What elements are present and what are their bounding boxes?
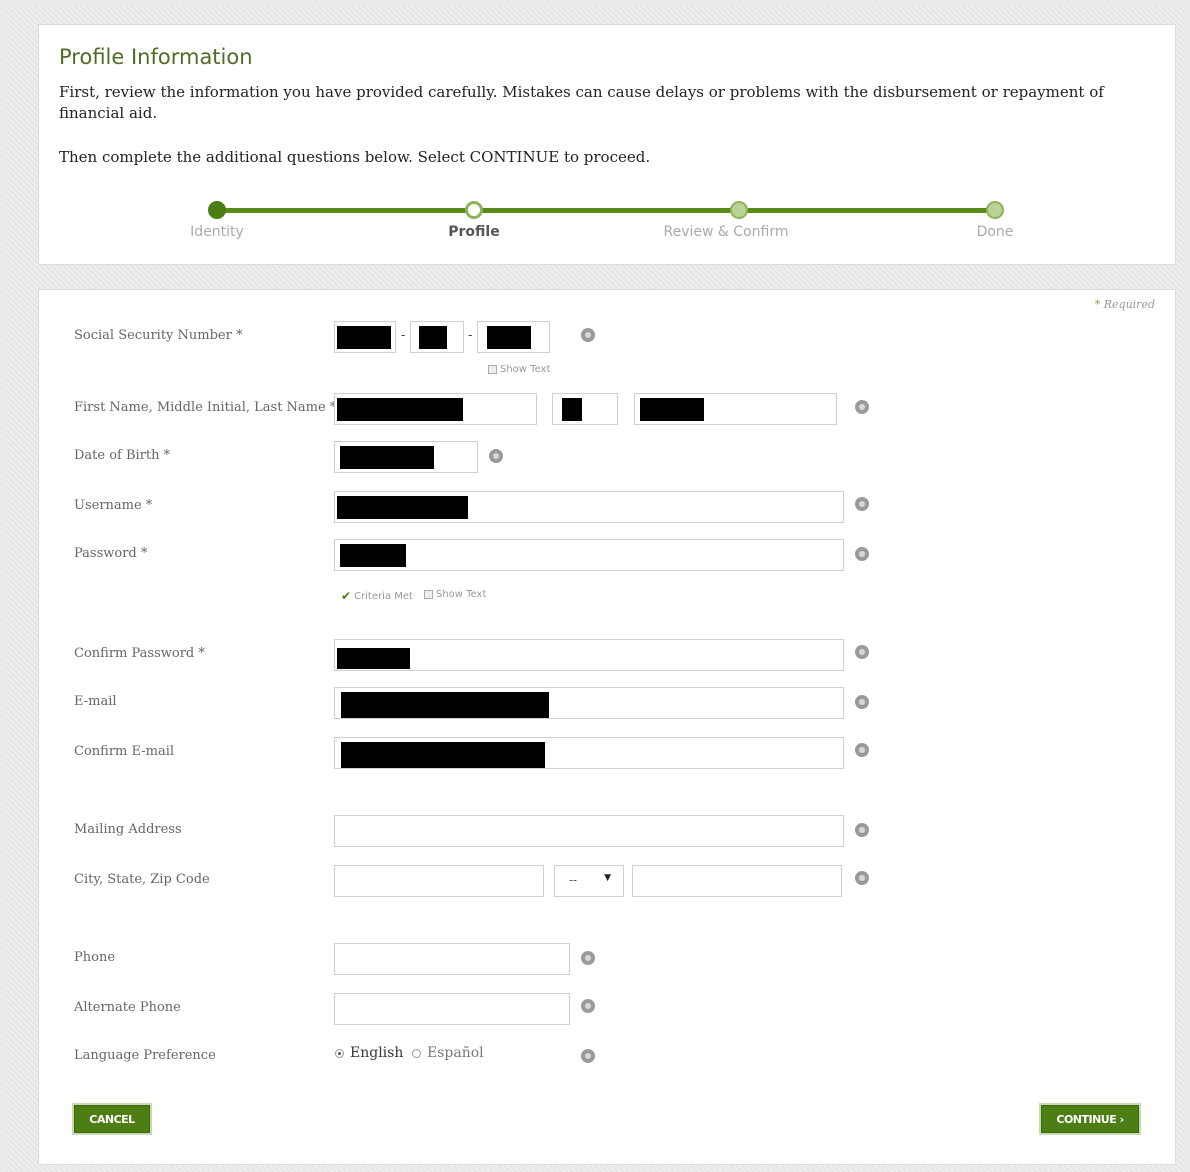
phone-input[interactable] (334, 943, 570, 975)
phone-help-icon[interactable] (581, 951, 595, 965)
city-state-zip-label: City, State, Zip Code (74, 872, 210, 887)
required-star: * (1094, 298, 1101, 311)
language-option-label: English (350, 1045, 404, 1061)
checkmark-icon: ✔ (341, 589, 352, 603)
password-criteria-status: ✔ Criteria Met (341, 589, 413, 603)
ssn-help-icon[interactable] (581, 328, 595, 342)
page-title: Profile Information (59, 45, 253, 69)
phone-label: Phone (74, 950, 116, 965)
state-selected-value: -- (569, 873, 578, 887)
checkbox-icon (424, 590, 433, 599)
confirm-email-label: Confirm E-mail (74, 744, 175, 759)
email-label: E-mail (74, 694, 117, 709)
password-label: Password * (74, 546, 148, 561)
name-help-icon[interactable] (855, 400, 869, 414)
mailing-address-help-icon[interactable] (855, 823, 869, 837)
step-label-profile: Profile (448, 224, 500, 240)
step-label-identity: Identity (190, 224, 244, 240)
redacted-value (487, 326, 531, 349)
redacted-value (337, 648, 410, 669)
dob-help-icon[interactable] (489, 449, 503, 463)
confirm-password-help-icon[interactable] (855, 645, 869, 659)
alternate-phone-label: Alternate Phone (74, 1000, 181, 1015)
show-text-label: Show Text (500, 364, 551, 375)
password-help-icon[interactable] (855, 547, 869, 561)
dob-label: Date of Birth * (74, 448, 171, 463)
first-name-input[interactable] (334, 393, 537, 425)
radio-unselected-icon (412, 1048, 421, 1058)
language-option-english[interactable]: English (335, 1045, 403, 1061)
profile-header-panel: Profile Information First, review the in… (38, 24, 1176, 265)
redacted-value (337, 398, 463, 421)
language-help-icon[interactable] (581, 1049, 595, 1063)
email-help-icon[interactable] (855, 695, 869, 709)
required-note-text: Required (1103, 298, 1155, 311)
cancel-button[interactable]: CANCEL (74, 1105, 150, 1133)
ssn-dash: - (468, 328, 473, 343)
ssn-part2-input[interactable] (410, 321, 464, 353)
step-dot-identity (208, 201, 226, 219)
redacted-value (562, 398, 582, 421)
alternate-phone-help-icon[interactable] (581, 999, 595, 1013)
redacted-value (340, 446, 434, 469)
show-text-label: Show Text (436, 589, 487, 600)
alternate-phone-input[interactable] (334, 993, 570, 1025)
step-dot-review (730, 201, 748, 219)
confirm-email-help-icon[interactable] (855, 743, 869, 757)
city-state-zip-help-icon[interactable] (855, 871, 869, 885)
intro-text: First, review the information you have p… (59, 83, 1104, 122)
zip-input[interactable] (632, 865, 842, 897)
redacted-value (340, 544, 406, 567)
step-dot-profile (465, 201, 483, 219)
caret-down-icon: ▼ (604, 873, 611, 883)
redacted-value (419, 326, 447, 349)
ssn-part1-input[interactable] (334, 321, 396, 353)
intro-instructions: Then complete the additional questions b… (59, 148, 651, 166)
state-select[interactable]: -- ▼ (554, 865, 624, 897)
language-preference-label: Language Preference (74, 1048, 216, 1063)
ssn-show-text-toggle[interactable]: Show Text (488, 364, 550, 375)
step-label-done: Done (976, 224, 1014, 240)
checkbox-icon (488, 365, 497, 374)
username-input[interactable] (334, 491, 844, 523)
password-show-text-toggle[interactable]: Show Text (424, 589, 486, 600)
redacted-value (337, 496, 468, 519)
confirm-password-label: Confirm Password * (74, 646, 205, 661)
required-note: * Required (1095, 298, 1155, 311)
progress-track (217, 208, 996, 213)
name-label: First Name, Middle Initial, Last Name * (74, 400, 337, 415)
password-input[interactable] (334, 539, 844, 571)
step-dot-done (986, 201, 1004, 219)
ssn-dash: - (401, 328, 406, 343)
radio-selected-icon (335, 1048, 344, 1058)
username-help-icon[interactable] (855, 497, 869, 511)
language-option-espanol[interactable]: Español (412, 1045, 484, 1061)
criteria-met-text: Criteria Met (354, 590, 413, 602)
middle-initial-input[interactable] (552, 393, 618, 425)
confirm-email-input[interactable] (334, 737, 844, 769)
username-label: Username * (74, 498, 153, 513)
city-input[interactable] (334, 865, 544, 897)
language-option-label: Español (427, 1045, 484, 1061)
step-label-review: Review & Confirm (663, 224, 789, 240)
profile-form-panel: * Required Social Security Number * - - … (38, 289, 1176, 1165)
ssn-part3-input[interactable] (477, 321, 550, 353)
last-name-input[interactable] (634, 393, 837, 425)
confirm-password-input[interactable] (334, 639, 844, 671)
mailing-address-input[interactable] (334, 815, 844, 847)
redacted-value (341, 742, 545, 768)
redacted-value (337, 326, 391, 349)
continue-button[interactable]: CONTINUE › (1041, 1105, 1139, 1133)
redacted-value (341, 692, 549, 718)
dob-input[interactable] (334, 441, 478, 473)
redacted-value (640, 398, 704, 421)
email-input[interactable] (334, 687, 844, 719)
mailing-address-label: Mailing Address (74, 822, 182, 837)
ssn-label: Social Security Number * (74, 328, 243, 343)
